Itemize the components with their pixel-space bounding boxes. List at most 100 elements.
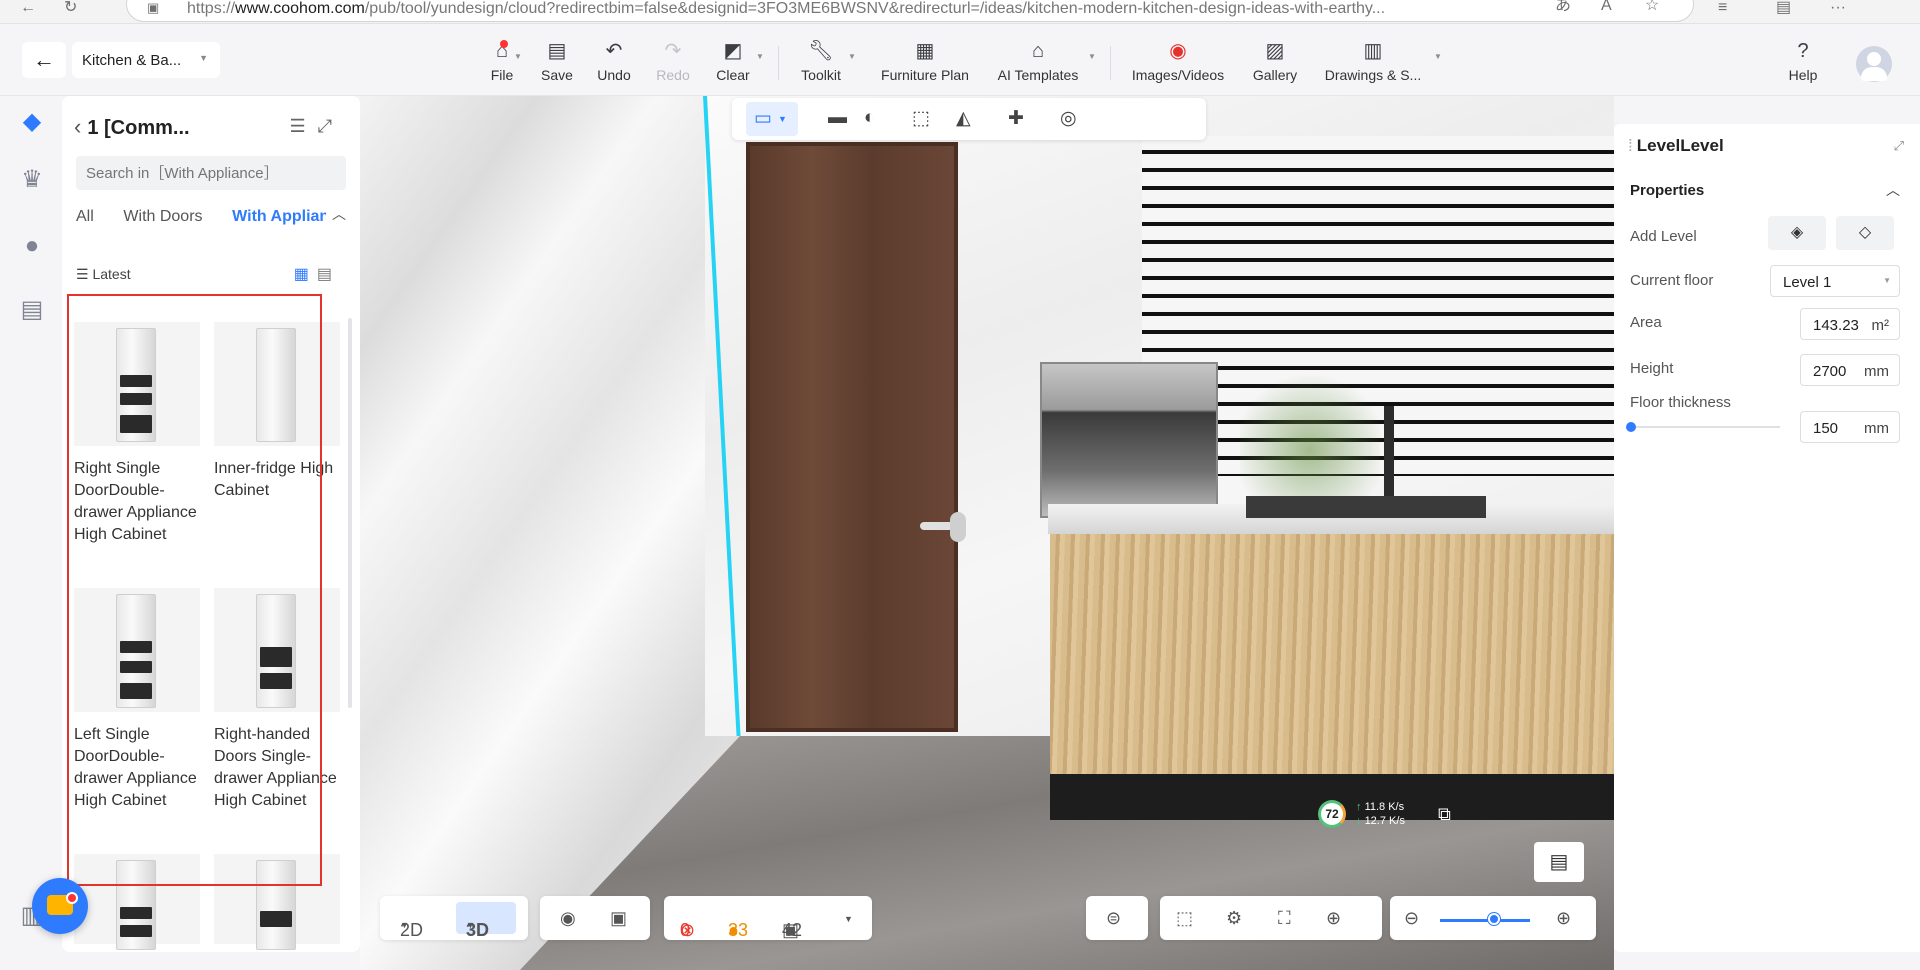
properties-panel: ⁞ LevelLevel ⤢ Properties ︿ Add Level ◈ ◇… <box>1614 124 1920 952</box>
catalog-icon[interactable]: ◆ <box>18 108 46 136</box>
translate-icon[interactable]: あ <box>1555 0 1571 14</box>
floor-thickness-slider[interactable] <box>1630 426 1780 428</box>
add-level-above-button[interactable]: ◈ <box>1768 216 1826 250</box>
tab-all[interactable]: All <box>76 208 94 226</box>
zoom-selection-icon[interactable]: ⊕ <box>1326 908 1341 929</box>
avatar[interactable] <box>1856 46 1892 82</box>
select-tool-icon[interactable]: ▭ <box>754 107 772 130</box>
address-bar[interactable]: ▣ https://www.coohom.com/pub/tool/yundes… <box>126 0 1694 22</box>
undo-button[interactable]: ↶ Undo <box>592 40 636 90</box>
favorite-star-icon[interactable]: ☆ <box>1645 0 1659 14</box>
screenshot-crop-icon[interactable]: ⧉ <box>1438 804 1451 825</box>
list-view-icon[interactable]: ▤ <box>317 266 340 283</box>
redo-icon: ↷ <box>664 40 682 62</box>
3d-viewport[interactable]: ▭ ▼ ▬ ◐ ⬚ ◭ ✚ ◎ 72 ↑ 11.8 K/s ↓ 12.7 K/s… <box>360 96 1614 970</box>
grid-view-icon[interactable]: ▦ <box>294 266 317 283</box>
chat-support-button[interactable] <box>32 878 88 934</box>
sink[interactable] <box>1246 496 1486 518</box>
material-icon[interactable]: ◐ <box>864 107 875 129</box>
camera-settings-icon[interactable]: ⚙ <box>1226 908 1242 929</box>
puzzle-icon[interactable]: ✚ <box>1008 107 1024 130</box>
toggle-switch-icon[interactable]: ⊜ <box>1106 908 1121 929</box>
area-field[interactable]: 143.23 m² <box>1800 308 1900 340</box>
zoom-slider[interactable] <box>1440 919 1530 922</box>
current-floor-select[interactable]: Level 1 ▼ <box>1770 265 1900 297</box>
images-videos-button[interactable]: ◉ Images/Videos <box>1128 40 1228 90</box>
chevron-down-icon: ▼ <box>514 52 522 61</box>
faucet[interactable] <box>1384 406 1394 506</box>
back-arrow-icon[interactable]: ← <box>20 0 36 16</box>
zoom-slider-handle[interactable] <box>1488 913 1500 925</box>
image-icon: ▨ <box>1265 40 1285 62</box>
site-info-icon[interactable]: ▣ <box>147 0 159 16</box>
chevron-left-icon[interactable]: ‹ <box>74 114 81 140</box>
cube-icon[interactable]: ▣ <box>610 908 627 929</box>
read-aloud-icon[interactable]: A <box>1601 0 1612 14</box>
chevron-up-icon[interactable]: ︿ <box>1886 180 1900 200</box>
user-icon[interactable]: ● <box>18 232 46 260</box>
paint-roller-icon[interactable]: ▬ <box>828 107 847 129</box>
save-button[interactable]: ▤ Save <box>536 40 578 90</box>
door-lock <box>950 512 966 542</box>
add-level-below-button[interactable]: ◇ <box>1836 216 1894 250</box>
search-input[interactable] <box>76 156 346 190</box>
chevron-down-icon: ▼ <box>756 52 764 61</box>
expand-icon[interactable]: ⤢ <box>1894 138 1904 154</box>
notification-badge <box>66 892 78 904</box>
expand-icon[interactable]: ⤢ <box>318 116 344 136</box>
panel-scrollbar[interactable] <box>348 318 352 708</box>
file-button[interactable]: ⌂ File ▼ <box>478 40 526 90</box>
refresh-icon[interactable]: ↻ <box>64 0 77 16</box>
sort-selector[interactable]: ☰ Latest <box>76 266 131 283</box>
wrench-icon: 🔧︎ <box>808 40 834 62</box>
crown-icon[interactable]: ♛ <box>18 166 46 194</box>
redo-button[interactable]: ↷ Redo <box>652 40 694 90</box>
clear-button[interactable]: ◩ Clear ▼ <box>712 40 764 90</box>
more-menu-icon[interactable]: ··· <box>1830 0 1846 16</box>
issue-counters: ⊗ 0 ● 33 ▣ 42 ▼ <box>664 896 872 940</box>
eye-icon[interactable]: ◉ <box>560 908 576 929</box>
target-icon[interactable]: ◎ <box>1060 107 1077 130</box>
favorites-icon[interactable]: ≡ <box>1718 0 1727 16</box>
cabinet-icon[interactable]: ▤ <box>18 296 46 324</box>
drag-handle-icon[interactable]: ⁞ <box>1628 136 1633 155</box>
built-in-oven[interactable] <box>1040 362 1218 518</box>
camera-controls: ⬚ ⚙ ⛶ ⊕ <box>1160 896 1382 940</box>
collections-icon[interactable]: ▤ <box>1776 0 1791 16</box>
back-button[interactable]: ← <box>22 42 66 78</box>
plant <box>1240 366 1380 506</box>
camera-view-icon[interactable]: ⬚ <box>1176 908 1193 929</box>
height-field[interactable]: 2700 mm <box>1800 354 1900 386</box>
furniture-plan-button[interactable]: ▦ Furniture Plan <box>878 40 972 90</box>
question-mark-icon: ? <box>1797 40 1809 62</box>
chevron-up-icon[interactable]: ︿ <box>332 204 346 224</box>
fill-icon[interactable]: ◭ <box>956 107 971 130</box>
frame-select-icon[interactable]: ⬚ <box>912 107 930 130</box>
sort-icon: ☰ <box>76 266 89 282</box>
chevron-down-icon[interactable]: ▼ <box>778 114 787 124</box>
ai-house-icon: ⌂ <box>1031 40 1045 62</box>
filter-list-icon[interactable]: ☰ <box>289 116 317 136</box>
gallery-button[interactable]: ▨ Gallery <box>1250 40 1300 90</box>
highlight-box <box>67 294 322 886</box>
chevron-down-icon[interactable]: ▼ <box>844 914 853 924</box>
fps-indicator: 72 <box>1318 800 1346 828</box>
base-cabinet[interactable] <box>1050 534 1614 774</box>
panel-title[interactable]: ‹ 1 [Comm... <box>74 114 190 140</box>
floor-thickness-field[interactable]: 150 mm <box>1800 411 1900 443</box>
door[interactable] <box>746 142 958 732</box>
floor-thickness-slider-handle[interactable] <box>1626 422 1636 432</box>
project-selector[interactable]: Kitchen & Ba... ▼ <box>72 42 220 78</box>
zoom-out-icon[interactable]: ⊖ <box>1404 908 1419 929</box>
ai-templates-button[interactable]: ⌂ AI Templates ▼ <box>994 40 1096 90</box>
help-button[interactable]: ? Help <box>1786 40 1820 90</box>
clipboard-button[interactable]: ▤ <box>1534 842 1584 882</box>
tab-with-doors[interactable]: With Doors <box>123 208 202 226</box>
zoom-in-icon[interactable]: ⊕ <box>1556 908 1571 929</box>
toolkit-button[interactable]: 🔧︎ Toolkit ▼ <box>796 40 856 90</box>
tab-with-appliance[interactable]: With Appliance <box>232 208 326 226</box>
fit-view-icon[interactable]: ⛶ <box>1278 908 1291 929</box>
top-toolbar: ← Kitchen & Ba... ▼ ⌂ File ▼ ▤ Save ↶ Un… <box>0 24 1920 96</box>
drawings-button[interactable]: ▥ Drawings & S... ▼ <box>1322 40 1442 90</box>
display-controls: ◉ ▣ <box>540 896 650 940</box>
